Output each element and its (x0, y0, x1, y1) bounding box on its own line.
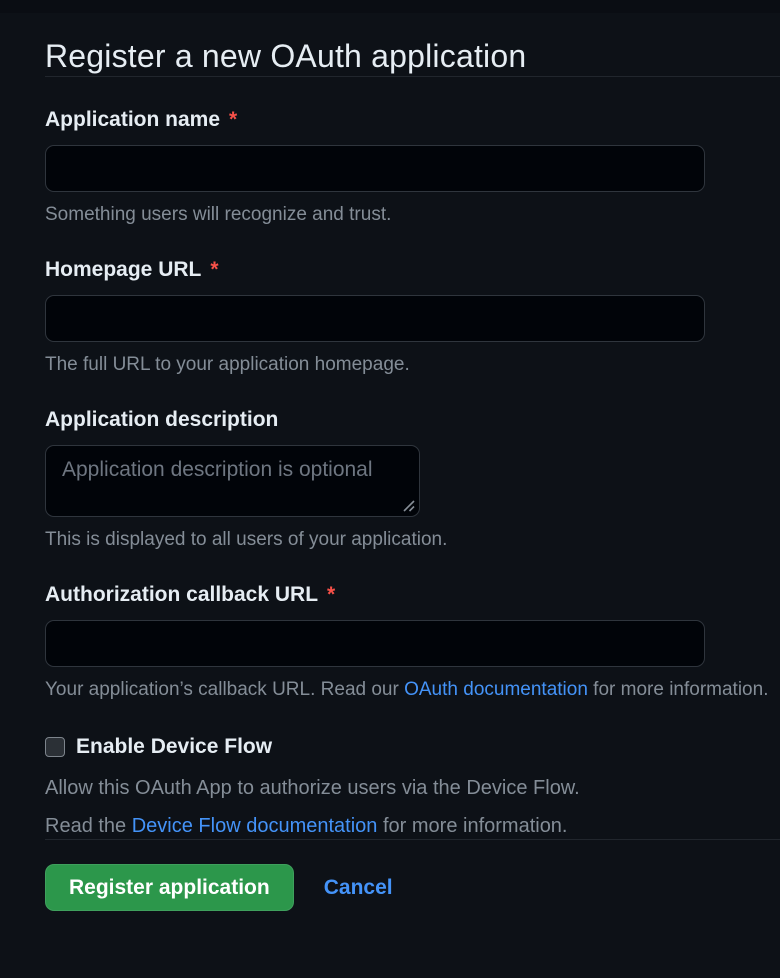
callback-url-label-text: Authorization callback URL (45, 582, 318, 608)
required-asterisk: * (229, 107, 237, 133)
application-description-textarea[interactable] (45, 445, 420, 517)
title-divider (45, 76, 780, 77)
device-flow-docs-suffix: for more information. (377, 815, 567, 837)
application-description-helper: This is displayed to all users of your a… (45, 528, 780, 552)
device-flow-description: Allow this OAuth App to authorize users … (45, 776, 780, 801)
settings-content: Register a new OAuth application Applica… (0, 36, 780, 911)
actions-divider (45, 839, 780, 840)
enable-device-flow-row: Enable Device Flow (45, 735, 780, 759)
enable-device-flow-label[interactable]: Enable Device Flow (76, 735, 272, 759)
oauth-app-registration-page: { "theme": { "background": "#0d1117", "t… (0, 0, 780, 978)
callback-url-input[interactable] (45, 620, 705, 667)
device-flow-section: Enable Device Flow Allow this OAuth App … (45, 735, 780, 839)
required-asterisk: * (210, 257, 218, 283)
form-group-callback-url: Authorization callback URL * Your applic… (45, 582, 780, 702)
application-name-helper: Something users will recognize and trust… (45, 203, 780, 227)
homepage-url-input[interactable] (45, 295, 705, 342)
device-flow-docs-prefix: Read the (45, 815, 132, 837)
callback-url-helper-suffix: for more information. (588, 679, 769, 700)
form-actions: Register application Cancel (45, 864, 780, 911)
register-application-button[interactable]: Register application (45, 864, 294, 911)
callback-url-helper-prefix: Your application’s callback URL. Read ou… (45, 679, 404, 700)
callback-url-helper: Your application’s callback URL. Read ou… (45, 678, 780, 702)
application-description-field (45, 445, 420, 517)
application-description-label: Application description (45, 407, 780, 433)
page-title: Register a new OAuth application (45, 36, 780, 76)
application-name-label: Application name * (45, 107, 780, 133)
homepage-url-helper: The full URL to your application homepag… (45, 353, 780, 377)
cancel-button[interactable]: Cancel (324, 876, 393, 900)
device-flow-documentation-link[interactable]: Device Flow documentation (132, 815, 378, 837)
required-asterisk: * (327, 582, 335, 608)
device-flow-docs-note: Read the Device Flow documentation for m… (45, 814, 780, 839)
callback-url-label: Authorization callback URL * (45, 582, 780, 608)
application-description-label-text: Application description (45, 407, 278, 433)
form-group-application-name: Application name * Something users will … (45, 107, 780, 227)
application-name-label-text: Application name (45, 107, 220, 133)
application-name-input[interactable] (45, 145, 705, 192)
homepage-url-label-text: Homepage URL (45, 257, 201, 283)
top-edge-strip (0, 0, 780, 13)
form-group-homepage-url: Homepage URL * The full URL to your appl… (45, 257, 780, 377)
oauth-app-form: Application name * Something users will … (45, 107, 780, 911)
textarea-resize-handle-icon[interactable] (401, 498, 417, 514)
oauth-documentation-link[interactable]: OAuth documentation (404, 679, 588, 700)
form-group-application-description: Application description This is displaye… (45, 407, 780, 552)
homepage-url-label: Homepage URL * (45, 257, 780, 283)
enable-device-flow-checkbox[interactable] (45, 737, 65, 757)
